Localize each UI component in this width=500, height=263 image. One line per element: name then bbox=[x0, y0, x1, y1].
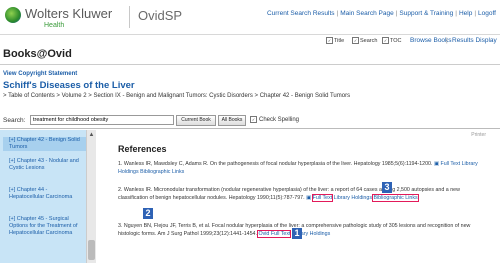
breadcrumb: > Table of Contents > Volume 2 > Section… bbox=[3, 93, 351, 99]
reference-item: 1. Wanless IR, Mawdsley C, Adams R. On t… bbox=[118, 160, 488, 176]
current-search-results-link[interactable]: Current Search Results bbox=[267, 10, 335, 17]
brand-sub: Health bbox=[44, 22, 65, 29]
toc-checkbox[interactable]: ✓ TOC bbox=[382, 37, 402, 44]
full-text-link[interactable]: Full Text bbox=[311, 194, 334, 202]
main-search-page-link[interactable]: Main Search Page bbox=[340, 10, 393, 17]
logoff-link[interactable]: Logoff bbox=[478, 10, 496, 17]
sidebar-item-chapter-44[interactable]: [+] Chapter 44 - Hepatocellular Carcinom… bbox=[9, 187, 83, 201]
checkbox-icon: ✓ bbox=[326, 37, 333, 44]
references-heading: References bbox=[118, 144, 167, 154]
subheader: ✓ Title ✓ Search ✓ TOC Browse Books | Resul… bbox=[0, 34, 500, 60]
search-checkbox[interactable]: ✓ Search bbox=[352, 37, 377, 44]
search-check-label: Search bbox=[360, 37, 378, 44]
ovid-full-text-link[interactable]: Ovid Full Text bbox=[257, 230, 292, 238]
library-holdings-link[interactable]: Library Holdings bbox=[334, 195, 372, 201]
title-check-label: Title bbox=[334, 37, 345, 44]
all-books-button[interactable]: All Books bbox=[218, 115, 246, 126]
full-text-icon: ▣ bbox=[306, 195, 312, 201]
callout-badge-3: 3 bbox=[382, 182, 392, 193]
book-title[interactable]: Schiff's Diseases of the Liver bbox=[3, 80, 135, 91]
title-checkbox[interactable]: ✓ Title bbox=[326, 37, 344, 44]
reference-item: 3. Nguyen BN, Flejou JF, Terris B, et al… bbox=[118, 222, 488, 238]
search-input[interactable] bbox=[30, 115, 174, 125]
bibliographic-links-link[interactable]: Bibliographic Links bbox=[140, 169, 184, 175]
wolters-kluwer-logo[interactable]: Wolters Kluwer Health bbox=[5, 5, 125, 31]
scroll-up-icon[interactable]: ▲ bbox=[88, 132, 95, 139]
search-label: Search: bbox=[3, 117, 26, 124]
toc-check-label: TOC bbox=[390, 37, 402, 44]
check-spelling-checkbox[interactable]: ✓ Check Spelling bbox=[250, 116, 299, 123]
check-spelling-label: Check Spelling bbox=[259, 117, 300, 124]
results-display-link[interactable]: Results Display bbox=[452, 37, 497, 44]
top-links: Current Search Results | Main Search Page |… bbox=[266, 10, 496, 17]
product-name: OvidSP bbox=[138, 8, 183, 23]
printer-link[interactable]: Printer bbox=[471, 132, 486, 138]
checkbox-icon: ✓ bbox=[250, 116, 257, 123]
top-header: Wolters Kluwer Health OvidSP Current Sea… bbox=[0, 0, 500, 35]
sidebar-item-chapter-45[interactable]: [+] Chapter 45 - Surgical Options for th… bbox=[9, 216, 83, 237]
globe-icon bbox=[5, 7, 21, 23]
divider bbox=[0, 128, 500, 129]
reference-text: 1. Wanless IR, Mawdsley C, Adams R. On t… bbox=[118, 161, 433, 167]
help-link[interactable]: Help bbox=[459, 10, 472, 17]
references-panel: Printer References 1. Wanless IR, Mawdsl… bbox=[96, 130, 500, 263]
bibliographic-links-link[interactable]: Bibliographic Links bbox=[372, 194, 419, 202]
callout-badge-2: 2 bbox=[143, 208, 153, 219]
sidebar-item-chapter-43[interactable]: [+] Chapter 43 - Nodular and Cystic Lesi… bbox=[9, 158, 83, 172]
sidebar-scrollbar[interactable]: ▲ bbox=[86, 130, 96, 263]
copyright-link[interactable]: View Copyright Statement bbox=[3, 71, 77, 77]
toc-sidebar: [+] Chapter 42 - Benign Solid Tumors [+]… bbox=[0, 130, 96, 263]
search-bar: Search: Current Book All Books ✓Check Sp… bbox=[0, 112, 500, 126]
header-divider bbox=[129, 6, 130, 28]
callout-badge-1: 1 bbox=[292, 228, 302, 239]
page-title: Books@Ovid bbox=[3, 48, 72, 60]
checkbox-icon: ✓ bbox=[352, 37, 359, 44]
brand-name: Wolters Kluwer bbox=[25, 6, 113, 21]
full-text-icon: ▣ bbox=[433, 161, 439, 167]
browse-sep: | bbox=[446, 37, 448, 44]
full-text-link[interactable]: Full Text bbox=[440, 161, 460, 167]
support-training-link[interactable]: Support & Training bbox=[399, 10, 453, 17]
checkbox-icon: ✓ bbox=[382, 37, 389, 44]
reference-item: 2. Wanless IR. Micronodular transformati… bbox=[118, 186, 488, 202]
current-book-button[interactable]: Current Book bbox=[176, 115, 216, 126]
scroll-thumb[interactable] bbox=[88, 240, 95, 260]
divider bbox=[0, 64, 500, 65]
sidebar-item-chapter-42[interactable]: [+] Chapter 42 - Benign Solid Tumors bbox=[3, 137, 87, 151]
